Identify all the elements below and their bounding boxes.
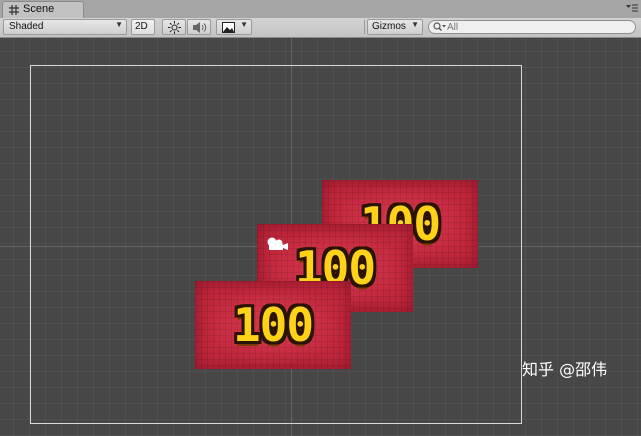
- search-input[interactable]: [447, 21, 627, 33]
- shading-mode-label: Shaded: [9, 21, 44, 32]
- gizmos-dropdown[interactable]: Gizmos ▼: [367, 19, 423, 35]
- gizmos-label: Gizmos: [372, 21, 406, 32]
- tab-scene[interactable]: Scene: [2, 1, 84, 18]
- search-icon: [433, 22, 446, 31]
- window-menu-icon[interactable]: [626, 3, 638, 13]
- score-label: 100: [232, 298, 314, 352]
- scene-viewport[interactable]: 100 100 100 知乎 @邵伟: [0, 38, 641, 436]
- 2d-label: 2D: [135, 21, 148, 32]
- speaker-icon: [193, 22, 207, 33]
- scene-toolbar: Shaded ▼ 2D ▼ Gizmos ▼: [0, 18, 641, 38]
- 2d-toggle-button[interactable]: 2D: [131, 19, 155, 35]
- shading-mode-dropdown[interactable]: Shaded ▼: [3, 19, 127, 35]
- audio-toggle-button[interactable]: [187, 19, 211, 35]
- dropdown-arrow-icon: ▼: [115, 20, 123, 29]
- image-icon: [222, 22, 235, 33]
- tab-strip: Scene: [0, 0, 641, 19]
- sun-icon: [168, 21, 181, 34]
- dropdown-arrow-icon: ▼: [240, 20, 248, 29]
- effects-dropdown[interactable]: ▼: [216, 19, 252, 35]
- watermark-text: 知乎 @邵伟: [522, 360, 608, 379]
- grid-icon: [9, 5, 19, 15]
- camera-gizmo-icon[interactable]: [264, 236, 290, 252]
- dropdown-arrow-icon: ▼: [411, 20, 419, 29]
- lighting-toggle-button[interactable]: [162, 19, 186, 35]
- sprite-score-front[interactable]: 100: [195, 281, 351, 369]
- search-field[interactable]: [428, 20, 636, 34]
- toolbar-divider: [364, 20, 365, 34]
- tab-label: Scene: [23, 3, 55, 15]
